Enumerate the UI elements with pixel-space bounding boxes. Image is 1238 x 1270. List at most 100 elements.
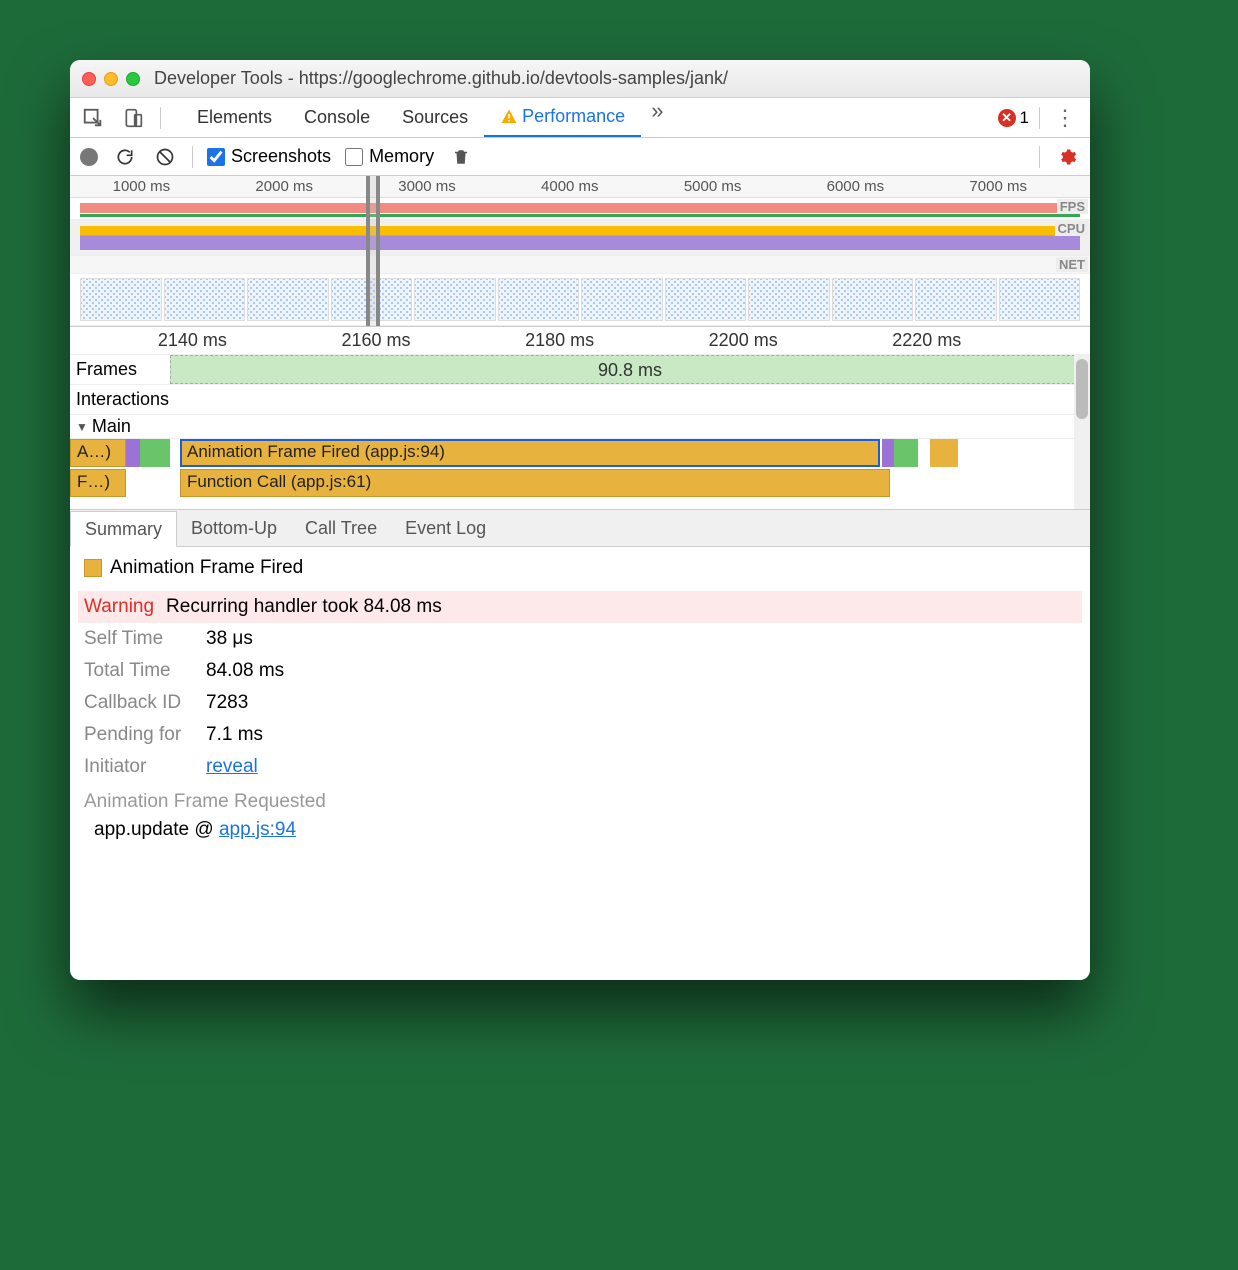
tab-elements[interactable]: Elements [181, 98, 288, 137]
frames-track[interactable]: Frames 90.8 ms [70, 355, 1090, 385]
frames-label: Frames [70, 355, 170, 384]
fps-row: FPS [70, 198, 1090, 220]
subtab-bottomup[interactable]: Bottom-Up [177, 510, 291, 546]
flame-animation-frame[interactable]: Animation Frame Fired (app.js:94) [180, 439, 880, 467]
vertical-scrollbar[interactable] [1074, 355, 1090, 509]
overview-ruler[interactable]: 1000 ms 2000 ms 3000 ms 4000 ms 5000 ms … [70, 176, 1090, 198]
subtab-eventlog[interactable]: Event Log [391, 510, 500, 546]
close-icon[interactable] [82, 72, 96, 86]
total-time-label: Total Time [84, 660, 194, 682]
flame-function-call[interactable]: Function Call (app.js:61) [180, 469, 890, 497]
record-button[interactable] [80, 148, 98, 166]
summary-title: Animation Frame Fired [84, 557, 1076, 579]
scrollbar-thumb[interactable] [1076, 359, 1088, 419]
screenshot-thumb[interactable] [581, 278, 663, 321]
minimize-icon[interactable] [104, 72, 118, 86]
pending-row: Pending for 7.1 ms [84, 719, 1076, 751]
reload-icon[interactable] [112, 144, 138, 170]
summary-warning-row: Warning Recurring handler took 84.08 ms [78, 591, 1082, 623]
summary-pane: Animation Frame Fired Warning Recurring … [70, 547, 1090, 980]
memory-checkbox[interactable]: Memory [345, 146, 434, 167]
screenshot-thumb[interactable] [999, 278, 1081, 321]
screenshot-thumb[interactable] [665, 278, 747, 321]
tab-sources[interactable]: Sources [386, 98, 484, 137]
screenshot-thumb[interactable] [414, 278, 496, 321]
tick: 2160 ms [341, 330, 410, 351]
chevron-down-icon[interactable]: ▼ [76, 420, 88, 434]
tick: 5000 ms [684, 178, 742, 195]
fps-label: FPS [1057, 199, 1088, 214]
interactions-track[interactable]: Interactions [70, 385, 1090, 415]
device-toggle-icon[interactable] [120, 105, 146, 131]
tick: 2000 ms [255, 178, 313, 195]
screenshot-thumb[interactable] [498, 278, 580, 321]
stack-function: app.update @ [94, 819, 219, 840]
net-row: NET [70, 256, 1090, 274]
tick: 4000 ms [541, 178, 599, 195]
tab-performance-label: Performance [522, 106, 625, 127]
interactions-label: Interactions [70, 385, 170, 414]
flame-stub[interactable]: A…) [70, 439, 126, 467]
subtab-summary[interactable]: Summary [70, 511, 177, 547]
performance-toolbar: Screenshots Memory [70, 138, 1090, 176]
main-track-header[interactable]: ▼ Main [70, 415, 1090, 439]
screenshot-thumb[interactable] [164, 278, 246, 321]
tab-performance[interactable]: Performance [484, 98, 641, 137]
divider [160, 107, 161, 129]
initiator-row: Initiator reveal [84, 751, 1076, 783]
stack-source-link[interactable]: app.js:94 [219, 819, 296, 840]
memory-label: Memory [369, 146, 434, 167]
error-circle-icon: ✕ [998, 109, 1016, 127]
total-time-row: Total Time 84.08 ms [84, 655, 1076, 687]
filmstrip-thumbs [80, 278, 1080, 321]
tick: 3000 ms [398, 178, 456, 195]
overview-panel[interactable]: 1000 ms 2000 ms 3000 ms 4000 ms 5000 ms … [70, 176, 1090, 327]
clear-icon[interactable] [152, 144, 178, 170]
callback-row: Callback ID 7283 [84, 687, 1076, 719]
initiator-reveal-link[interactable]: reveal [206, 756, 258, 778]
trash-icon[interactable] [448, 144, 474, 170]
tick: 2180 ms [525, 330, 594, 351]
detail-subtabs: Summary Bottom-Up Call Tree Event Log [70, 509, 1090, 547]
pending-label: Pending for [84, 724, 194, 746]
screenshot-thumb[interactable] [247, 278, 329, 321]
screenshot-thumb[interactable] [915, 278, 997, 321]
screenshot-thumb[interactable] [80, 278, 162, 321]
window-title: Developer Tools - https://googlechrome.g… [154, 68, 728, 89]
main-toolbar: Elements Console Sources Performance » ✕… [70, 98, 1090, 138]
warning-text: Recurring handler took 84.08 ms [166, 596, 442, 618]
toolbar-right: ✕ 1 ⋮ [998, 105, 1080, 131]
flame-segment[interactable] [126, 439, 140, 467]
divider [192, 146, 193, 168]
tab-console[interactable]: Console [288, 98, 386, 137]
animation-frame-requested: Animation Frame Requested [84, 791, 1076, 813]
main-body-header [170, 415, 1090, 438]
more-tabs-icon[interactable]: » [641, 98, 673, 137]
screenshots-input[interactable] [207, 148, 225, 166]
screenshot-thumb[interactable] [748, 278, 830, 321]
flame-stub[interactable]: F…) [70, 469, 126, 497]
settings-gear-icon[interactable] [1054, 144, 1080, 170]
zoom-icon[interactable] [126, 72, 140, 86]
frame-bar[interactable]: 90.8 ms [170, 355, 1090, 384]
detail-ruler[interactable]: 2140 ms 2160 ms 2180 ms 2200 ms 2220 ms [70, 327, 1090, 355]
cpu-label: CPU [1055, 221, 1088, 236]
memory-input[interactable] [345, 148, 363, 166]
flame-segment[interactable] [140, 439, 170, 467]
flame-segment[interactable] [894, 439, 918, 467]
divider [1039, 146, 1040, 168]
flame-segment[interactable] [882, 439, 894, 467]
overview-window-handle[interactable] [366, 176, 380, 326]
devtools-window: Developer Tools - https://googlechrome.g… [70, 60, 1090, 980]
inspect-icon[interactable] [80, 105, 106, 131]
subtab-calltree[interactable]: Call Tree [291, 510, 391, 546]
traffic-lights [82, 72, 140, 86]
screenshots-checkbox[interactable]: Screenshots [207, 146, 331, 167]
kebab-menu-icon[interactable]: ⋮ [1050, 105, 1080, 131]
error-badge[interactable]: ✕ 1 [998, 108, 1029, 128]
flame-chart[interactable]: A…) Animation Frame Fired (app.js:94) F…… [70, 439, 1090, 509]
screenshot-thumb[interactable] [832, 278, 914, 321]
flame-segment[interactable] [930, 439, 958, 467]
tick: 2220 ms [892, 330, 961, 351]
category-swatch-icon [84, 559, 102, 577]
